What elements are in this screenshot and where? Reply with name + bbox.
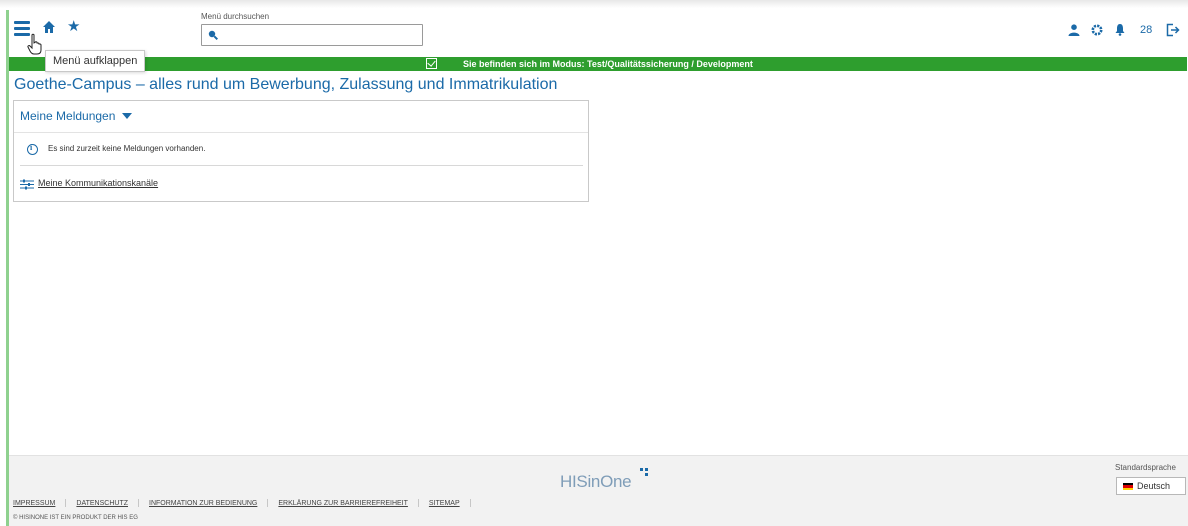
checkbox-icon [426,58,437,69]
header: ★ Menü durchsuchen [9,8,1188,56]
top-shadow [0,0,1188,8]
copyright-text: © HISINONE IST EIN PRODUKT DER HIS EG [13,515,138,521]
german-flag-icon [1123,483,1133,490]
user-icon[interactable] [1068,24,1080,36]
star-icon[interactable]: ★ [67,17,80,35]
menu-icon-bar [14,21,30,24]
divider [20,165,583,166]
home-icon[interactable] [42,20,56,34]
sliders-icon [20,179,34,190]
menu-tooltip: Menü aufklappen [45,50,146,72]
messages-panel-header[interactable]: Meine Meldungen [14,101,588,133]
messages-empty-text: Es sind zurzeit keine Meldungen vorhande… [48,144,206,153]
logout-icon[interactable] [1166,23,1180,37]
mode-text: Sie befinden sich im Modus: Test/Qualitä… [463,59,753,69]
page-title: Goethe-Campus – alles rund um Bewerbung,… [14,76,558,93]
info-icon [27,143,38,155]
language-value: Deutsch [1137,481,1171,491]
footer-link-barrierefreiheit[interactable]: ERKLÄRUNG ZUR BARRIEREFREIHEIT [278,500,408,507]
brand-dots-icon [640,468,650,480]
app-root: ★ Menü durchsuchen Menü aufklappen 28 Si… [0,0,1188,526]
menu-icon-bar [14,27,30,30]
brand-logo: HISinOne [560,472,632,491]
footer-link-impressum[interactable]: IMPRESSUM [13,500,55,507]
search-icon [208,30,218,40]
mode-bar: Sie befinden sich im Modus: Test/Qualitä… [9,57,1187,71]
left-edge-bar [6,10,9,526]
footer-separator [267,499,269,507]
messages-panel-title: Meine Meldungen [20,109,116,123]
messages-info: Es sind zurzeit keine Meldungen vorhande… [14,134,588,165]
language-label: Standardsprache [1115,463,1176,472]
gear-icon[interactable] [1091,24,1103,36]
footer-link-sitemap[interactable]: SITEMAP [429,500,460,507]
search-input[interactable] [222,27,418,43]
footer-separator [469,499,471,507]
footer-link-bedienung[interactable]: INFORMATION ZUR BEDIENUNG [149,500,257,507]
communication-channels-label: Meine Kommunikationskanäle [38,178,159,188]
footer-links: IMPRESSUM DATENSCHUTZ INFORMATION ZUR BEDI… [13,499,481,507]
bell-icon[interactable] [1114,23,1126,36]
notification-count[interactable]: 28 [1140,24,1152,36]
footer-separator [138,499,139,507]
footer-link-datenschutz[interactable]: DATENSCHUTZ [76,500,128,507]
hand-cursor-icon [27,33,42,55]
chevron-down-icon [122,113,132,119]
footer-separator [417,499,419,507]
search-label: Menü durchsuchen [201,12,270,21]
footer-separator [65,499,67,507]
messages-panel: Meine Meldungen Es sind zurzeit keine Me… [13,100,589,202]
search-field[interactable] [201,24,423,46]
language-select[interactable]: Deutsch [1116,477,1186,495]
